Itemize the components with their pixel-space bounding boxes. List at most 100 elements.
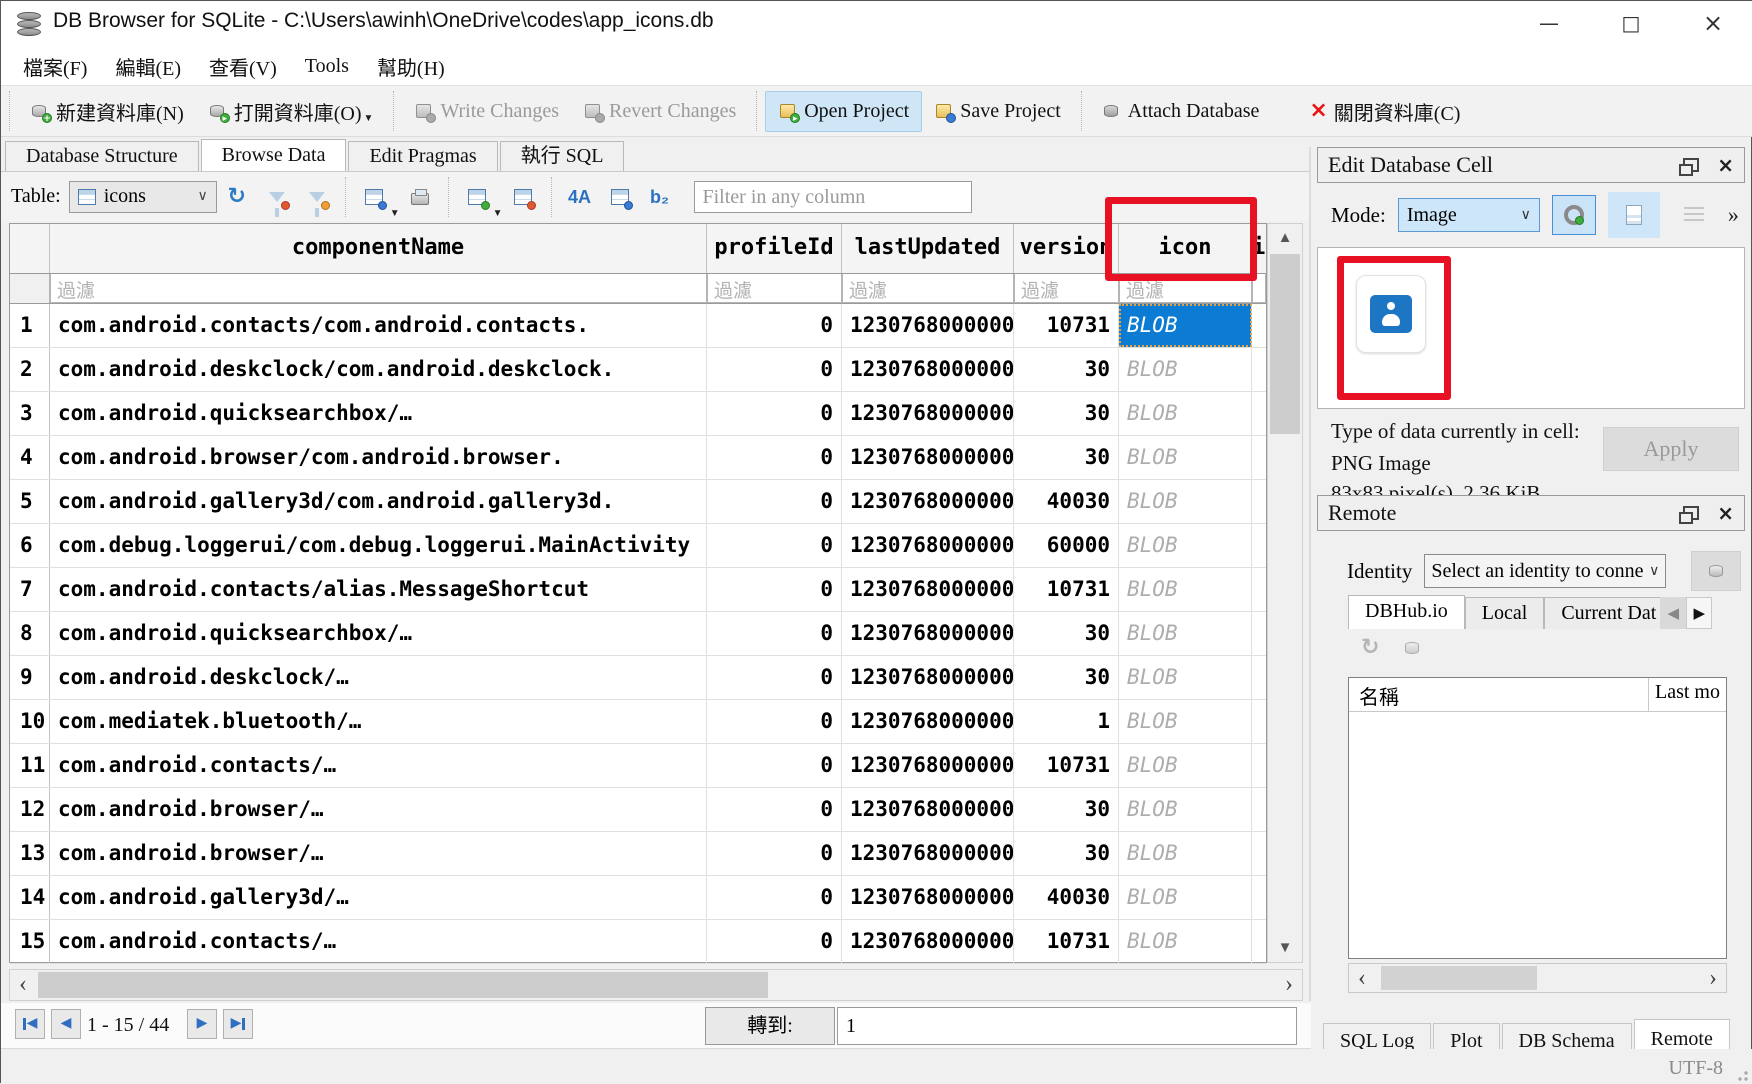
cell-num[interactable]: 3 [10, 392, 50, 435]
grid-vscroll-thumb[interactable] [1270, 254, 1300, 434]
mode-select[interactable]: Image ∨ [1398, 198, 1540, 232]
scroll-right-icon[interactable]: › [1276, 970, 1302, 1000]
cell-ver[interactable]: 30 [1014, 392, 1119, 435]
cell-name[interactable]: com.android.quicksearchbox/… [50, 612, 707, 655]
goto-input[interactable]: 1 [837, 1007, 1297, 1045]
cell-stub[interactable] [1252, 436, 1268, 479]
cell-stub[interactable] [1252, 524, 1268, 567]
refresh-button[interactable]: ↻ [224, 184, 250, 210]
tab-edit-pragmas[interactable]: Edit Pragmas [348, 141, 497, 171]
cell-stub[interactable] [1252, 656, 1268, 699]
cell-pid[interactable]: 0 [707, 656, 842, 699]
filter-componentName[interactable]: 過濾 [50, 274, 707, 303]
scroll-down-icon[interactable]: ▼ [1268, 934, 1302, 962]
write-changes-button[interactable]: Write Changes [402, 92, 571, 131]
cell-icon[interactable]: BLOB [1119, 480, 1252, 523]
cell-stub[interactable] [1252, 304, 1268, 347]
cell-name[interactable]: com.android.deskclock/… [50, 656, 707, 699]
cell-name[interactable]: com.android.contacts/… [50, 744, 707, 787]
cell-icon[interactable]: BLOB [1119, 392, 1252, 435]
cell-icon[interactable]: BLOB [1119, 436, 1252, 479]
format-a-button[interactable]: 4A [567, 184, 593, 210]
cell-upd[interactable]: 1230768000000 [842, 392, 1014, 435]
filter-any-column-input[interactable]: Filter in any column [694, 181, 972, 213]
col-componentName[interactable]: componentName [50, 224, 707, 273]
cell-pid[interactable]: 0 [707, 920, 842, 963]
cell-name[interactable]: com.android.browser/… [50, 788, 707, 831]
cell-ver[interactable]: 10731 [1014, 568, 1119, 611]
new-database-button[interactable]: + 新建資料庫(N) [18, 89, 196, 134]
cell-num[interactable]: 15 [10, 920, 50, 963]
cell-upd[interactable]: 1230768000000 [842, 612, 1014, 655]
cell-upd[interactable]: 1230768000000 [842, 876, 1014, 919]
cell-name[interactable]: com.android.gallery3d/com.android.galler… [50, 480, 707, 523]
float-panel-icon[interactable] [1683, 158, 1699, 172]
cell-num[interactable]: 11 [10, 744, 50, 787]
col-profileId[interactable]: profileId [707, 224, 842, 273]
cell-pid[interactable]: 0 [707, 612, 842, 655]
cell-ver[interactable]: 1 [1014, 700, 1119, 743]
menu-view[interactable]: 查看(V) [197, 49, 289, 84]
cell-upd[interactable]: 1230768000000 [842, 524, 1014, 567]
goto-button[interactable]: 轉到: [705, 1007, 835, 1045]
save-project-button[interactable]: Save Project [922, 92, 1073, 131]
cell-pid[interactable]: 0 [707, 524, 842, 567]
col-lastUpdated[interactable]: lastUpdated [842, 224, 1014, 273]
grid-vertical-scrollbar[interactable]: ▲ ▼ [1267, 223, 1303, 963]
close-panel-icon[interactable]: × [1717, 503, 1734, 523]
cell-pid[interactable]: 0 [707, 480, 842, 523]
scroll-left-icon[interactable]: ‹ [10, 970, 36, 1000]
cell-upd[interactable]: 1230768000000 [842, 920, 1014, 963]
remote-col-name[interactable]: 名稱 [1349, 678, 1649, 711]
cell-stub[interactable] [1252, 876, 1268, 919]
cell-upd[interactable]: 1230768000000 [842, 480, 1014, 523]
insert-record-dropdown-icon[interactable]: ▼ [493, 208, 503, 219]
open-database-button[interactable]: ▸ 打開資料庫(O) ▼ [196, 89, 386, 134]
float-panel-icon[interactable] [1683, 506, 1699, 520]
cell-icon[interactable]: BLOB [1119, 304, 1252, 347]
cell-upd[interactable]: 1230768000000 [842, 656, 1014, 699]
cell-num[interactable]: 8 [10, 612, 50, 655]
clone-database-button[interactable] [1691, 551, 1741, 591]
minimize-button[interactable]: — [1525, 7, 1573, 39]
clear-filters-button[interactable] [264, 184, 290, 210]
cell-icon[interactable]: BLOB [1119, 876, 1252, 919]
cell-name[interactable]: com.mediatek.bluetooth/… [50, 700, 707, 743]
cell-num[interactable]: 13 [10, 832, 50, 875]
cell-stub[interactable] [1252, 832, 1268, 875]
cell-upd[interactable]: 1230768000000 [842, 304, 1014, 347]
table-select[interactable]: icons ∨ [69, 181, 217, 213]
tab-scroll-right-icon[interactable]: ▶ [1686, 597, 1712, 629]
remote-horizontal-scrollbar[interactable]: ‹ › [1348, 963, 1727, 993]
cell-name[interactable]: com.android.contacts/alias.MessageShortc… [50, 568, 707, 611]
cell-num[interactable]: 4 [10, 436, 50, 479]
cell-stub[interactable] [1252, 920, 1268, 963]
tab-local[interactable]: Local [1465, 597, 1545, 629]
cell-ver[interactable]: 40030 [1014, 480, 1119, 523]
cell-ver[interactable]: 40030 [1014, 876, 1119, 919]
tab-execute-sql[interactable]: 執行 SQL [500, 141, 625, 171]
cell-num[interactable]: 12 [10, 788, 50, 831]
cell-stub[interactable] [1252, 348, 1268, 391]
cell-num[interactable]: 10 [10, 700, 50, 743]
remote-refresh-icon[interactable]: ↻ [1361, 637, 1379, 659]
cell-icon[interactable]: BLOB [1119, 700, 1252, 743]
cell-ver[interactable]: 30 [1014, 436, 1119, 479]
cell-pid[interactable]: 0 [707, 744, 842, 787]
cell-num[interactable]: 2 [10, 348, 50, 391]
save-results-button[interactable] [361, 184, 387, 210]
cell-stub[interactable] [1252, 612, 1268, 655]
cell-name[interactable]: com.android.browser/com.android.browser. [50, 436, 707, 479]
cell-name[interactable]: com.android.deskclock/com.android.deskcl… [50, 348, 707, 391]
cell-upd[interactable]: 1230768000000 [842, 568, 1014, 611]
dock-splitter[interactable] [1309, 147, 1311, 1001]
cell-stub[interactable] [1252, 568, 1268, 611]
cell-pid[interactable]: 0 [707, 832, 842, 875]
cell-pid[interactable]: 0 [707, 348, 842, 391]
cell-stub[interactable] [1252, 744, 1268, 787]
format-b-button[interactable]: b₂ [647, 184, 673, 210]
cell-upd[interactable]: 1230768000000 [842, 700, 1014, 743]
cell-icon[interactable]: BLOB [1119, 612, 1252, 655]
apply-button[interactable]: Apply [1603, 427, 1739, 471]
cell-icon[interactable]: BLOB [1119, 788, 1252, 831]
